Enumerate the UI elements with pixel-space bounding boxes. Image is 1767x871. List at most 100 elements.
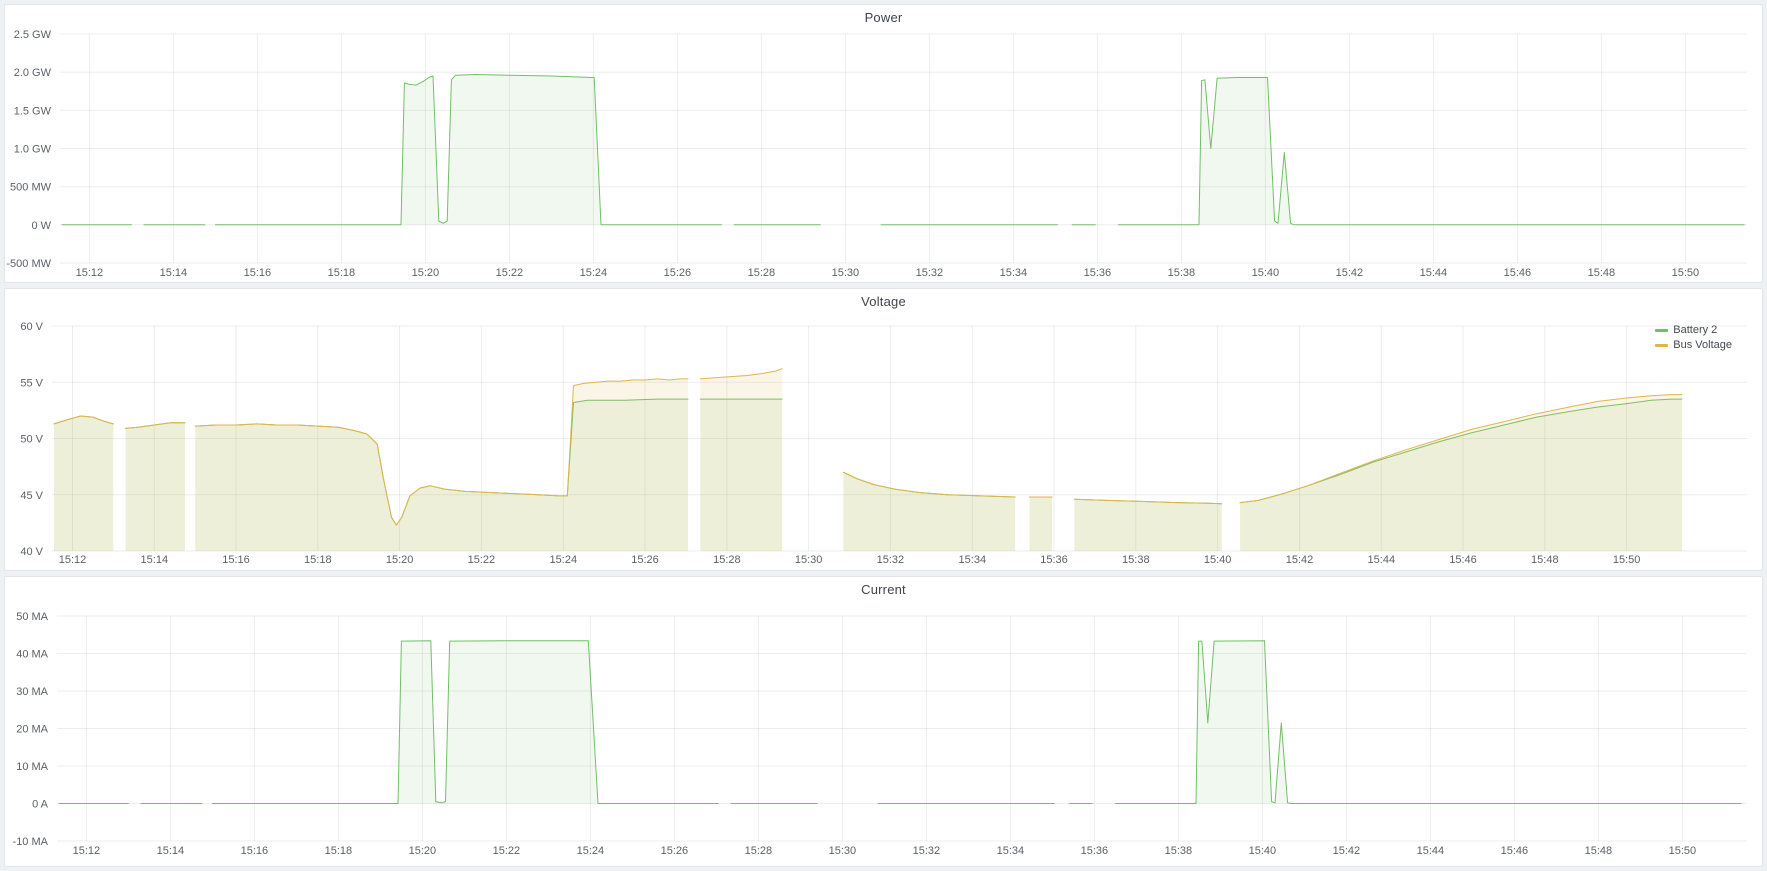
voltage-panel-header[interactable]: Voltage	[5, 289, 1762, 313]
svg-text:10 MA: 10 MA	[16, 761, 48, 773]
svg-text:15:16: 15:16	[241, 845, 269, 857]
svg-text:15:34: 15:34	[959, 554, 987, 566]
svg-text:15:50: 15:50	[1672, 267, 1700, 279]
current-panel-header[interactable]: Current	[5, 577, 1762, 601]
svg-text:50 V: 50 V	[20, 434, 43, 446]
svg-text:15:36: 15:36	[1081, 845, 1109, 857]
svg-text:15:26: 15:26	[664, 267, 692, 279]
svg-text:1.5 GW: 1.5 GW	[14, 105, 52, 117]
svg-text:15:18: 15:18	[304, 554, 332, 566]
svg-text:15:46: 15:46	[1449, 554, 1477, 566]
svg-text:15:28: 15:28	[748, 267, 776, 279]
svg-text:15:32: 15:32	[877, 554, 905, 566]
svg-text:0 W: 0 W	[31, 220, 51, 232]
current-panel: Current 15:1215:1415:1615:1815:2015:2215…	[4, 576, 1763, 867]
svg-text:15:14: 15:14	[141, 554, 169, 566]
svg-text:15:26: 15:26	[631, 554, 659, 566]
svg-text:15:20: 15:20	[386, 554, 414, 566]
svg-text:15:46: 15:46	[1504, 267, 1532, 279]
gridlines	[60, 34, 1747, 263]
legend-label-bus-voltage: Bus Voltage	[1673, 339, 1732, 351]
svg-text:15:18: 15:18	[325, 845, 353, 857]
battery-2-series-swatch	[1655, 329, 1668, 332]
svg-text:15:38: 15:38	[1122, 554, 1150, 566]
panel-title-power: Power	[865, 10, 903, 25]
svg-text:15:28: 15:28	[745, 845, 773, 857]
svg-text:15:26: 15:26	[661, 845, 689, 857]
svg-text:15:20: 15:20	[409, 845, 437, 857]
svg-text:15:22: 15:22	[468, 554, 496, 566]
svg-text:15:48: 15:48	[1531, 554, 1559, 566]
svg-text:500 MW: 500 MW	[10, 182, 52, 194]
svg-text:15:18: 15:18	[328, 267, 356, 279]
svg-text:15:12: 15:12	[76, 267, 104, 279]
svg-text:15:22: 15:22	[496, 267, 524, 279]
svg-text:15:48: 15:48	[1588, 267, 1616, 279]
svg-text:15:32: 15:32	[916, 267, 944, 279]
power-chart[interactable]: 15:1215:1415:1615:1815:2015:2215:2415:26…	[5, 5, 1762, 282]
gridlines	[57, 616, 1747, 841]
svg-text:1.0 GW: 1.0 GW	[14, 144, 52, 156]
voltage-legend: Battery 2 Bus Voltage	[1655, 324, 1732, 351]
series	[62, 75, 1744, 225]
svg-text:15:30: 15:30	[829, 845, 857, 857]
svg-text:15:30: 15:30	[832, 267, 860, 279]
axis-labels: 15:1215:1415:1615:1815:2015:2215:2415:26…	[6, 29, 1699, 279]
svg-text:15:12: 15:12	[59, 554, 87, 566]
svg-text:15:46: 15:46	[1501, 845, 1529, 857]
svg-text:2.0 GW: 2.0 GW	[14, 67, 52, 79]
svg-text:40 MA: 40 MA	[16, 649, 48, 661]
svg-text:15:24: 15:24	[550, 554, 578, 566]
svg-text:-500 MW: -500 MW	[6, 258, 51, 270]
panel-title-current: Current	[861, 582, 906, 597]
svg-text:45 V: 45 V	[20, 490, 43, 502]
svg-text:15:16: 15:16	[222, 554, 250, 566]
svg-text:15:24: 15:24	[577, 845, 605, 857]
voltage-panel: Voltage 15:1215:1415:1615:1815:2015:2215…	[4, 288, 1763, 571]
svg-text:15:42: 15:42	[1333, 845, 1361, 857]
axis-labels: 15:12 15:14 15:16 15:18 15:20 15:22 15:24 15:26…	[13, 611, 1697, 857]
power-panel: Power 15:1215:1415:1615:1815:2015:2215:2…	[4, 4, 1763, 283]
svg-text:15:12: 15:12	[73, 845, 101, 857]
svg-text:15:40: 15:40	[1252, 267, 1280, 279]
svg-text:15:50: 15:50	[1613, 554, 1641, 566]
svg-text:60 V: 60 V	[20, 321, 43, 333]
svg-text:15:36: 15:36	[1084, 267, 1112, 279]
svg-text:2.5 GW: 2.5 GW	[14, 29, 52, 41]
legend-label-battery-2: Battery 2	[1673, 324, 1717, 336]
svg-text:15:38: 15:38	[1165, 845, 1193, 857]
series	[59, 641, 1741, 804]
svg-text:30 MA: 30 MA	[16, 686, 48, 698]
svg-text:15:28: 15:28	[713, 554, 741, 566]
svg-text:15:22: 15:22	[493, 845, 521, 857]
svg-text:15:24: 15:24	[580, 267, 608, 279]
dashboard: Power 15:12 15:14 15:16 15:18 15:20 15:22 15:2…	[0, 0, 1767, 871]
legend-item-battery-2[interactable]: Battery 2	[1655, 324, 1717, 336]
svg-text:15:40: 15:40	[1249, 845, 1277, 857]
svg-text:15:44: 15:44	[1417, 845, 1445, 857]
svg-text:0 A: 0 A	[32, 799, 49, 811]
svg-text:15:16: 15:16	[244, 267, 272, 279]
svg-text:15:14: 15:14	[160, 267, 188, 279]
svg-text:20 MA: 20 MA	[16, 724, 48, 736]
svg-text:-10 MA: -10 MA	[13, 836, 49, 848]
svg-text:15:34: 15:34	[1000, 267, 1028, 279]
svg-text:15:50: 15:50	[1669, 845, 1697, 857]
current-chart[interactable]: 15:12 15:14 15:16 15:18 15:20 15:22 15:24 15:26…	[5, 577, 1762, 866]
series-bus-voltage	[54, 369, 1682, 551]
svg-text:15:38: 15:38	[1168, 267, 1196, 279]
voltage-chart[interactable]: 15:12 15:14 15:16 15:18 15:20 15:22 15:24 15:26…	[5, 289, 1762, 570]
power-panel-header[interactable]: Power	[5, 5, 1762, 29]
svg-text:15:48: 15:48	[1585, 845, 1613, 857]
legend-item-bus-voltage[interactable]: Bus Voltage	[1655, 339, 1732, 351]
svg-text:15:34: 15:34	[997, 845, 1025, 857]
svg-text:15:14: 15:14	[157, 845, 185, 857]
panel-title-voltage: Voltage	[861, 294, 906, 309]
svg-text:40 V: 40 V	[20, 546, 43, 558]
svg-text:15:44: 15:44	[1368, 554, 1396, 566]
svg-text:15:40: 15:40	[1204, 554, 1232, 566]
svg-text:50 MA: 50 MA	[16, 611, 48, 623]
svg-text:15:30: 15:30	[795, 554, 823, 566]
bus-voltage-series-swatch	[1655, 344, 1668, 347]
svg-text:15:32: 15:32	[913, 845, 941, 857]
